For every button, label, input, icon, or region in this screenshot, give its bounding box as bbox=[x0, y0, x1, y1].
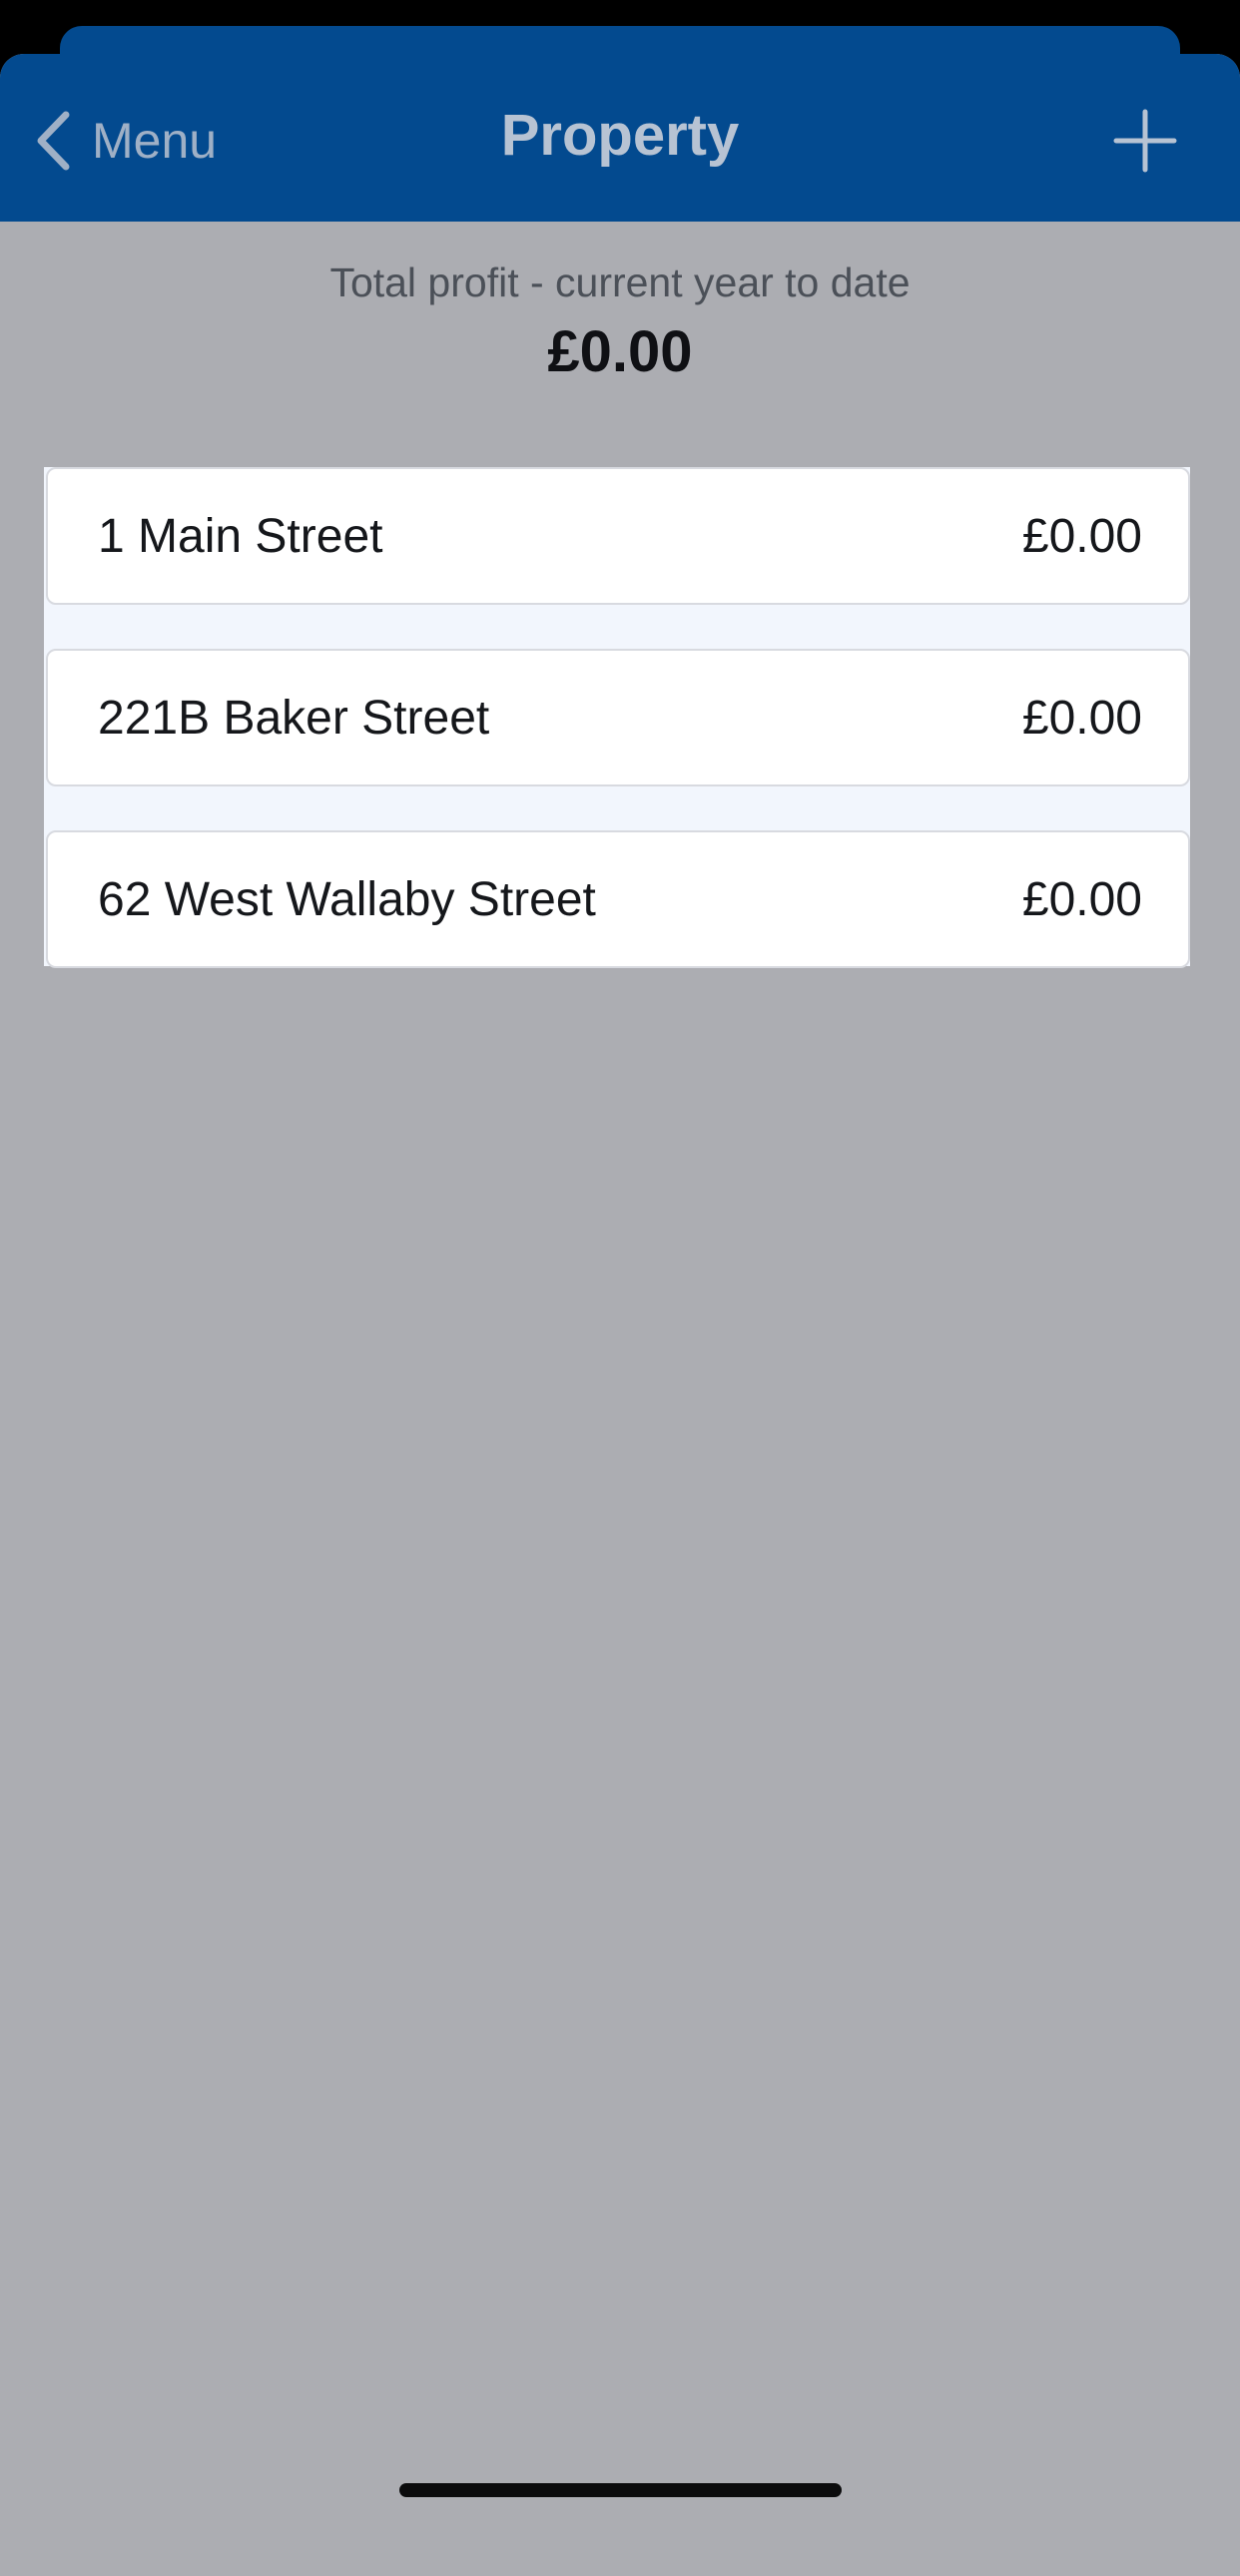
property-name: 221B Baker Street bbox=[98, 691, 490, 745]
plus-icon bbox=[1110, 106, 1180, 176]
total-profit-value: £0.00 bbox=[547, 319, 693, 384]
property-profit: £0.00 bbox=[1021, 509, 1142, 563]
home-indicator[interactable] bbox=[399, 2483, 842, 2497]
property-list-item[interactable]: 1 Main Street £0.00 bbox=[46, 467, 1190, 605]
property-profit: £0.00 bbox=[1021, 872, 1142, 926]
back-button-label: Menu bbox=[92, 113, 218, 169]
profit-summary: Total profit - current year to date £0.0… bbox=[0, 258, 1240, 385]
add-property-button[interactable] bbox=[1110, 106, 1180, 176]
screen: Menu Property Total profit - current yea… bbox=[0, 0, 1240, 2576]
back-button[interactable]: Menu bbox=[34, 108, 217, 174]
navigation-bar: Menu Property bbox=[0, 54, 1240, 222]
property-name: 62 West Wallaby Street bbox=[98, 872, 596, 926]
chevron-left-icon bbox=[34, 111, 72, 171]
property-sheet: Menu Property Total profit - current yea… bbox=[0, 54, 1240, 2576]
property-name: 1 Main Street bbox=[98, 509, 383, 563]
total-profit-label: Total profit - current year to date bbox=[329, 259, 911, 305]
property-list-item[interactable]: 221B Baker Street £0.00 bbox=[46, 649, 1190, 786]
property-profit: £0.00 bbox=[1021, 691, 1142, 745]
property-list-item[interactable]: 62 West Wallaby Street £0.00 bbox=[46, 830, 1190, 968]
